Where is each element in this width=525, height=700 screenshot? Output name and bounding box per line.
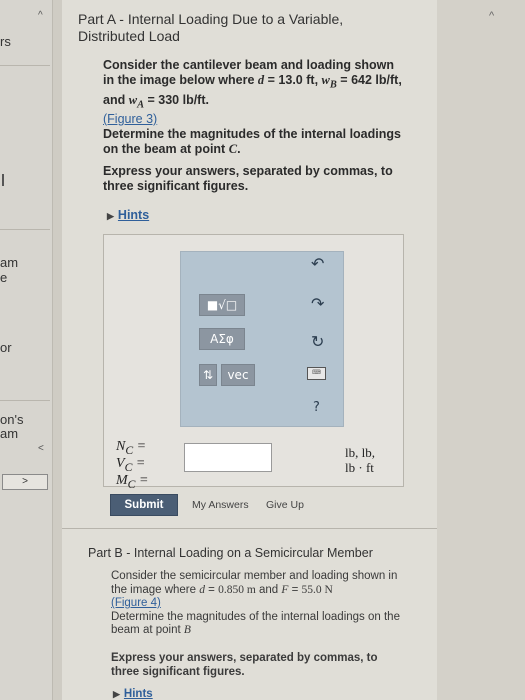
v-c-label: VC = [116,455,146,474]
part-a-instructions: Express your answers, separated by comma… [103,164,393,193]
sidebar-fragment: on's [0,412,24,427]
collapse-up-icon[interactable]: ^ [38,10,43,21]
sidebar-divider [0,65,50,66]
greek-symbols-button[interactable]: ΑΣφ [199,328,245,350]
caret-right-icon: ▶ [113,689,120,699]
submit-button[interactable]: Submit [110,494,178,516]
reset-icon[interactable]: ↻ [311,332,324,351]
vector-button[interactable]: vec [221,364,255,386]
my-answers-link[interactable]: My Answers [192,499,249,511]
arrows-button[interactable]: ⇅ [199,364,217,386]
sidebar-divider [0,400,50,401]
right-margin: ^ [437,0,525,700]
part-b-intro: Consider the semicircular member and loa… [111,570,400,636]
figure-3-link[interactable]: (Figure 3) [103,112,157,126]
figure-4-link[interactable]: (Figure 4) [111,597,161,609]
sidebar-fragment: rs [0,34,11,49]
collapse-up-icon[interactable]: ^ [489,10,494,22]
math-toolbar: ■√□ ΑΣφ ⇅ vec ↶ ↷ ↻ ? [180,251,344,427]
section-divider [62,528,437,529]
part-a-intro: Consider the cantilever beam and loading… [103,58,402,156]
sidebar-fragment: am [0,255,19,270]
part-a-title: Part A - Internal Loading Due to a Varia… [78,11,344,44]
templates-button[interactable]: ■√□ [199,294,245,316]
part-b-instructions: Express your answers, separated by comma… [111,652,378,678]
part-a-hints-toggle[interactable]: ▶ Hints [107,208,149,222]
help-icon[interactable]: ? [313,400,320,415]
part-b-title: Part B - Internal Loading on a Semicircu… [88,546,373,560]
give-up-link[interactable]: Give Up [266,499,304,511]
caret-right-icon: ▶ [107,211,114,221]
left-sidebar: rs am e or on's am ^ < > [0,0,53,700]
next-item-button[interactable]: > [2,474,48,490]
redo-icon[interactable]: ↷ [311,294,324,313]
answer-variables: NC = VC = MC = [116,439,149,491]
sidebar-marker [2,174,4,186]
m-c-label: MC = [116,472,149,491]
answer-units: lb, lb, lb · ft [345,445,375,475]
sidebar-divider [0,229,50,230]
collapse-sidebar-icon[interactable]: < [38,443,44,454]
sidebar-fragment: am [0,426,19,441]
part-b-hints-toggle[interactable]: ▶ Hints [113,688,153,700]
sidebar-fragment: e [0,270,8,285]
n-c-label: NC = [116,439,147,457]
answer-input[interactable] [184,443,272,472]
undo-icon[interactable]: ↶ [311,254,324,273]
keyboard-icon[interactable]: ⌨ [307,367,326,380]
sidebar-fragment: or [0,340,12,355]
